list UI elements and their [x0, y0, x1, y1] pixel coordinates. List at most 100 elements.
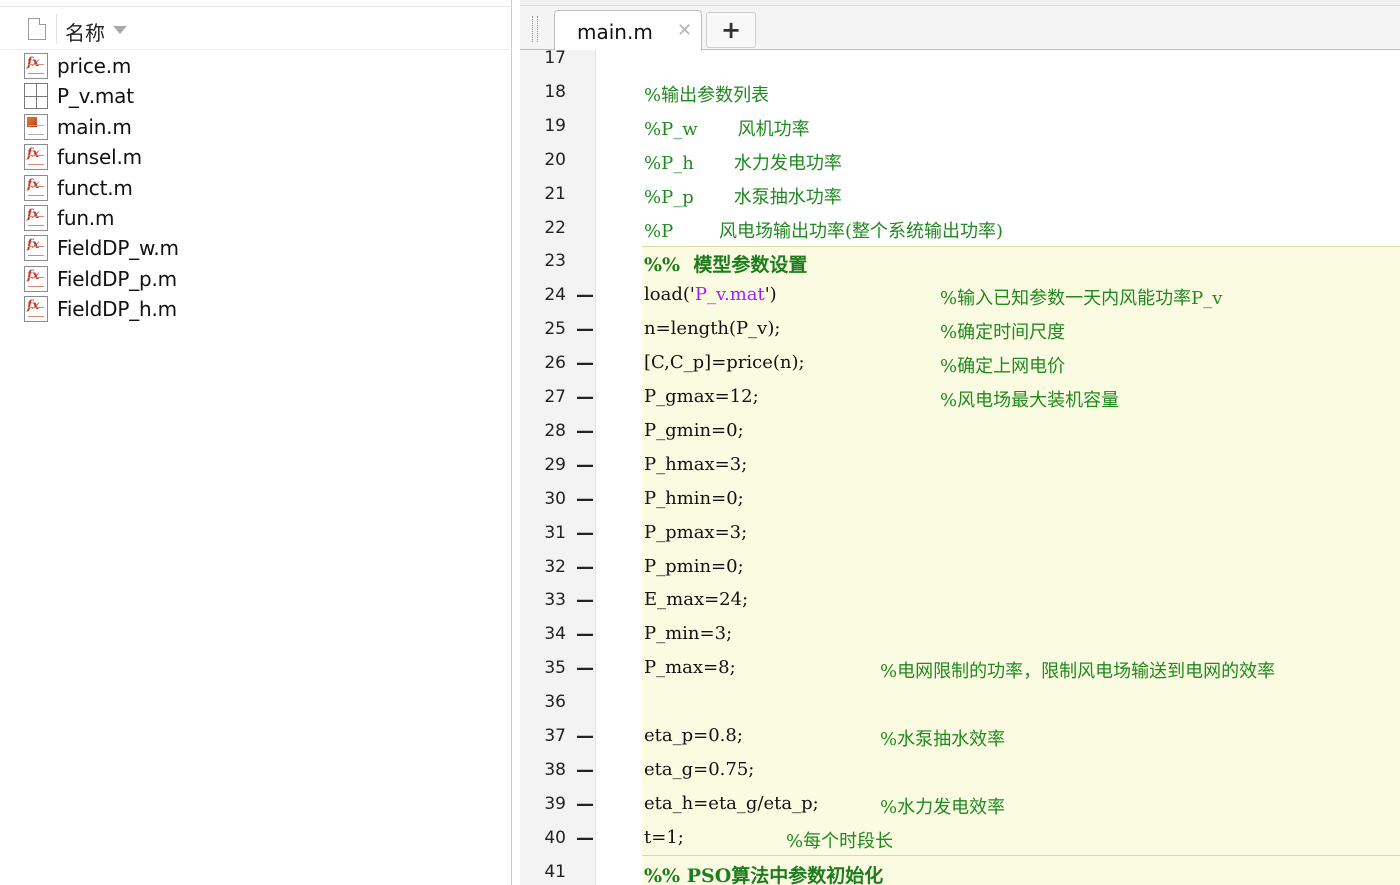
close-tab-icon[interactable]: ✕	[677, 20, 692, 41]
code-line[interactable]: 25 — n=length(P_v); %确定时间尺度	[520, 313, 1400, 347]
code-comment: %风电场最大装机容量	[940, 390, 1120, 411]
line-number: 26	[544, 353, 566, 374]
line-number: 24	[544, 285, 566, 306]
line-number: 29	[544, 454, 566, 475]
code-comment: %输出参数列表	[644, 84, 770, 106]
name-column-header[interactable]: 名称	[65, 17, 105, 46]
code-line[interactable]: 39 — eta_h=eta_g/eta_p; %水力发电效率	[520, 788, 1400, 822]
code-line[interactable]: 30 — P_hmin=0;	[520, 483, 1400, 517]
code-line[interactable]: 23 %% 模型参数设置	[520, 245, 1400, 279]
executable-line-marker[interactable]: —	[576, 285, 594, 306]
executable-line-marker[interactable]: —	[576, 319, 594, 340]
column-separator[interactable]	[56, 14, 57, 44]
executable-line-marker[interactable]: —	[576, 794, 594, 815]
file-list-item[interactable]: FieldDP_p.m	[20, 265, 320, 295]
line-number: 34	[544, 624, 566, 645]
code-line[interactable]: 29 — P_hmax=3;	[520, 449, 1400, 483]
code-line[interactable]: 31 — P_pmax=3;	[520, 517, 1400, 551]
code-line[interactable]: 20 %P_h 水力发电功率	[520, 144, 1400, 178]
code-text: P_gmin=0;	[644, 419, 744, 441]
code-line[interactable]: 38 — eta_g=0.75;	[520, 754, 1400, 788]
tab-bar-grip-handle[interactable]	[532, 16, 538, 42]
file-list-item[interactable]: FieldDP_h.m	[20, 295, 320, 325]
executable-line-marker[interactable]: —	[576, 489, 594, 510]
code-text: [C,C_p]=price(n);	[644, 352, 805, 374]
file-list-item[interactable]: FieldDP_w.m	[20, 234, 320, 264]
executable-line-marker[interactable]: —	[576, 387, 594, 408]
line-number: 33	[544, 590, 566, 611]
code-line[interactable]: 22 %P 风电场输出功率(整个系统输出功率)	[520, 212, 1400, 246]
line-number: 21	[544, 183, 566, 204]
code-line[interactable]: 34 — P_min=3;	[520, 618, 1400, 652]
file-name: FieldDP_h.m	[57, 297, 177, 322]
executable-line-marker[interactable]: —	[576, 421, 594, 442]
code-comment: %确定时间尺度	[940, 322, 1066, 344]
line-number: 27	[544, 387, 566, 407]
file-list-item[interactable]: fun.m	[20, 204, 320, 234]
code-line[interactable]: 36	[520, 686, 1400, 720]
file-name: funct.m	[57, 175, 133, 200]
file-list-header[interactable]: 名称	[0, 8, 512, 50]
code-line[interactable]: 26 — [C,C_p]=price(n); %确定上网电价	[520, 347, 1400, 381]
executable-line-marker[interactable]: —	[576, 455, 594, 476]
code-comment: %电网限制的功率，限制风电场输送到电网的效率	[880, 661, 1276, 683]
code-line[interactable]: 17	[520, 42, 1400, 76]
executable-line-marker[interactable]: —	[576, 523, 594, 544]
code-line[interactable]: 18 %输出参数列表	[520, 76, 1400, 110]
function-file-icon	[24, 265, 48, 292]
executable-line-marker[interactable]: —	[576, 658, 594, 679]
executable-line-marker[interactable]: —	[576, 828, 594, 849]
line-number: 20	[544, 149, 566, 170]
code-line[interactable]: 27 — P_gmax=12; %风电场最大装机容量	[520, 381, 1400, 415]
file-list-item[interactable]: funct.m	[20, 174, 320, 204]
code-text-part: ')	[764, 284, 777, 306]
code-area[interactable]: 17 18 %输出参数列表 19 %P_w 风机功率 20 %P_h 水力发电功率 21 %P_…	[520, 48, 1400, 885]
code-text: P_gmax=12;	[644, 386, 759, 407]
line-number: 32	[544, 556, 566, 577]
file-name: fun.m	[57, 206, 115, 230]
code-text: P_pmax=3;	[644, 521, 748, 543]
code-line[interactable]: 40 — t=1; %每个时段长	[520, 822, 1400, 856]
executable-line-marker[interactable]: —	[576, 760, 594, 781]
line-number: 19	[544, 115, 566, 136]
code-line[interactable]: 37 — eta_p=0.8; %水泵抽水效率	[520, 720, 1400, 754]
file-list-item[interactable]: funsel.m	[20, 143, 320, 173]
file-list-item[interactable]: price.m	[20, 52, 320, 82]
executable-line-marker[interactable]: —	[576, 590, 594, 611]
file-list-item[interactable]: P_v.mat	[20, 82, 320, 112]
code-line[interactable]: 24 — load('P_v.mat') %输入已知参数一天内风能功率P_v	[520, 279, 1400, 313]
file-name: FieldDP_p.m	[57, 266, 177, 291]
sort-descending-icon[interactable]	[113, 26, 127, 34]
code-text-part: load('	[644, 284, 695, 306]
line-number: 25	[544, 319, 566, 340]
code-text: eta_p=0.8;	[644, 725, 743, 746]
code-line[interactable]: 21 %P_p 水泵抽水功率	[520, 178, 1400, 212]
function-file-icon	[24, 174, 48, 201]
code-text: P_hmin=0;	[644, 487, 744, 509]
executable-line-marker[interactable]: —	[576, 624, 594, 645]
function-file-icon	[24, 296, 48, 323]
file-name: price.m	[57, 54, 132, 78]
code-line[interactable]: 32 — P_pmin=0;	[520, 551, 1400, 585]
file-list-item[interactable]: main.m	[20, 113, 320, 143]
executable-line-marker[interactable]: —	[576, 557, 594, 578]
function-file-icon	[24, 53, 48, 79]
editor-panel: main.m ✕ + 17 18 %输出参数列表 19 %P_w 风机功率 20 %P_h …	[520, 0, 1400, 885]
code-line[interactable]: 33 — E_max=24;	[520, 584, 1400, 618]
file-name: FieldDP_w.m	[57, 236, 179, 261]
executable-line-marker[interactable]: —	[576, 353, 594, 374]
line-number: 40	[544, 827, 566, 848]
code-comment: %P_w 风机功率	[644, 118, 810, 140]
code-text: eta_h=eta_g/eta_p;	[644, 792, 819, 814]
code-line[interactable]: 19 %P_w 风机功率	[520, 110, 1400, 144]
script-file-icon	[24, 113, 48, 140]
mat-file-icon	[24, 83, 48, 110]
string-literal: P_v.mat	[694, 284, 765, 306]
code-comment: %确定上网电价	[940, 356, 1066, 378]
cell-section-title: %% PSO算法中参数初始化	[644, 864, 884, 885]
code-line[interactable]: 28 — P_gmin=0;	[520, 415, 1400, 449]
code-comment: %每个时段长	[786, 830, 894, 852]
executable-line-marker[interactable]: —	[576, 726, 594, 747]
code-line[interactable]: 35 — P_max=8; %电网限制的功率，限制风电场输送到电网的效率	[520, 652, 1400, 686]
code-line[interactable]: 41 %% PSO算法中参数初始化	[520, 856, 1400, 885]
